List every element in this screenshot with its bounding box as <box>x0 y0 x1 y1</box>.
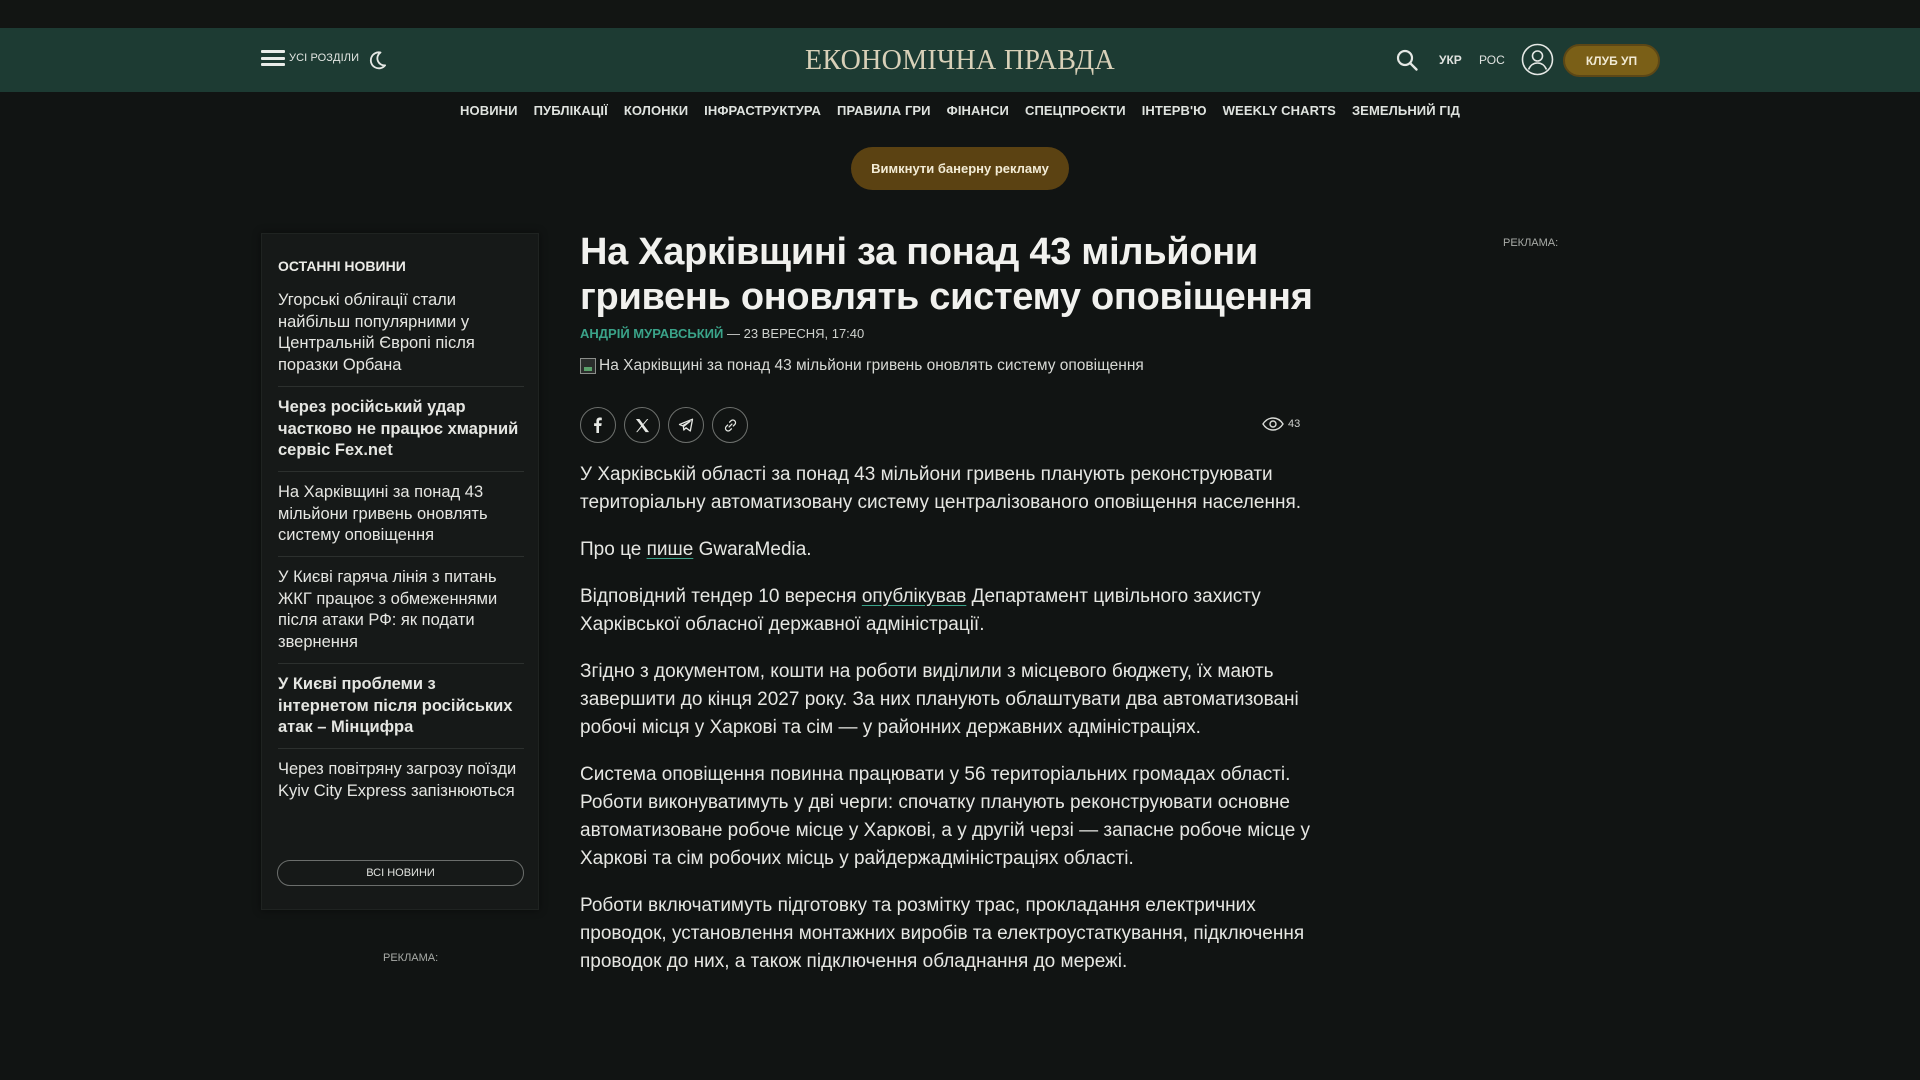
user-account-icon[interactable] <box>1521 43 1554 76</box>
lang-ros-link[interactable]: РОС <box>1479 53 1505 67</box>
ad-label-right: РЕКЛАМА: <box>1503 237 1559 249</box>
search-icon[interactable] <box>1395 48 1419 72</box>
latest-news-title: ОСТАННІ НОВИНИ <box>278 258 406 274</box>
views-count: 43 <box>1288 418 1301 430</box>
nav-item-special-projects[interactable]: СПЕЦПРОЄКТИ <box>1025 103 1126 118</box>
share-bar: 43 <box>580 407 1320 443</box>
news-list-item[interactable]: Через повітряну загрозу поїзди Kyiv City… <box>278 759 524 811</box>
site-logo[interactable]: ЕКОНОМІЧНА ПРАВДА <box>760 45 1160 77</box>
eye-icon <box>1262 417 1284 431</box>
source-link[interactable]: пише <box>647 539 694 560</box>
nav-item-interview[interactable]: ІНТЕРВ'Ю <box>1142 103 1207 118</box>
article-body: У Харківській області за понад 43 мільйо… <box>580 461 1320 995</box>
news-list-item[interactable]: У Києві гаряча лінія з питань ЖКГ працює… <box>278 567 524 664</box>
all-sections-label: УСІ РОЗДІЛИ <box>289 52 360 64</box>
nav-item-infrastructure[interactable]: ІНФРАСТРУКТУРА <box>704 103 821 118</box>
telegram-icon <box>678 418 694 432</box>
article-meta: АНДРІЙ МУРАВСЬКИЙ — 23 ВЕРЕСНЯ, 17:40 <box>580 326 1320 341</box>
nav-item-publications[interactable]: ПУБЛІКАЦІЇ <box>534 103 608 118</box>
article-headline: На Харківщині за понад 43 мільйони гриве… <box>580 231 1313 318</box>
views-counter: 43 <box>1262 417 1300 431</box>
link-icon <box>724 418 736 432</box>
broken-image-icon <box>580 358 596 374</box>
tender-link[interactable]: опублікував <box>862 586 966 607</box>
article-paragraph: Згідно з документом, кошти на роботи вид… <box>580 661 1299 738</box>
news-list-item[interactable]: Угорські облігації стали найбільш популя… <box>278 290 524 387</box>
ad-label-left: РЕКЛАМА: <box>383 952 439 964</box>
nav-item-finance[interactable]: ФІНАНСИ <box>947 103 1009 118</box>
hamburger-icon <box>261 50 285 66</box>
facebook-share-button[interactable] <box>580 407 616 443</box>
article-paragraph: Відповідний тендер 10 вересня опублікува… <box>580 583 1320 639</box>
news-list-item[interactable]: На Харківщині за понад 43 мільйони гриве… <box>278 482 524 558</box>
nav-item-land-guide[interactable]: ЗЕМЕЛЬНИЙ ГІД <box>1352 103 1460 118</box>
top-strip <box>0 0 1920 28</box>
disable-banner-ads-button[interactable]: Вимкнути банерну рекламу <box>851 147 1069 190</box>
article-paragraph: Система оповіщення повинна працювати у 5… <box>580 764 1311 869</box>
paragraph-text: Про це <box>580 539 647 560</box>
article-date: — 23 ВЕРЕСНЯ, 17:40 <box>723 326 865 341</box>
article-image: На Харківщині за понад 43 мільйони гриве… <box>580 357 1320 375</box>
x-share-button[interactable] <box>624 407 660 443</box>
main-nav: НОВИНИ ПУБЛІКАЦІЇ КОЛОНКИ ІНФРАСТРУКТУРА… <box>0 103 1920 118</box>
paragraph-text: GwaraMedia. <box>693 539 812 560</box>
news-list-item[interactable]: У Києві проблеми з інтернетом після росі… <box>278 674 524 749</box>
all-news-button[interactable]: ВСІ НОВИНИ <box>277 860 524 886</box>
author-link[interactable]: АНДРІЙ МУРАВСЬКИЙ <box>580 326 723 341</box>
club-up-button[interactable]: КЛУБ УП <box>1563 44 1660 77</box>
article-paragraph: У Харківській області за понад 43 мільйо… <box>580 464 1302 513</box>
article-paragraph: Роботи включатимуть підготовку та розміт… <box>580 895 1305 972</box>
all-sections-button[interactable]: УСІ РОЗДІЛИ <box>261 50 359 66</box>
article: На Харківщині за понад 43 мільйони гриве… <box>580 230 1320 972</box>
copy-link-button[interactable] <box>712 407 748 443</box>
news-list-item[interactable]: Через російський удар частково не працює… <box>278 397 524 472</box>
article-image-alt: На Харківщині за понад 43 мільйони гриве… <box>599 357 1144 374</box>
lang-ukr-link[interactable]: УКР <box>1439 53 1462 67</box>
nav-item-rules[interactable]: ПРАВИЛА ГРИ <box>837 103 931 118</box>
telegram-share-button[interactable] <box>668 407 704 443</box>
site-header: УСІ РОЗДІЛИ ЕКОНОМІЧНА ПРАВДА УКР РОС КЛ… <box>0 28 1920 92</box>
article-paragraph: Про це пише GwaraMedia. <box>580 536 1320 564</box>
nav-item-columns[interactable]: КОЛОНКИ <box>624 103 688 118</box>
x-icon <box>635 418 649 432</box>
latest-news-sidebar: ОСТАННІ НОВИНИ Угорські облігації стали … <box>261 233 539 910</box>
latest-news-list: Угорські облігації стали найбільш популя… <box>278 290 524 821</box>
nav-item-weekly-charts[interactable]: WEEKLY CHARTS <box>1223 103 1336 118</box>
paragraph-text: Відповідний тендер 10 вересня <box>580 586 862 607</box>
nav-item-news[interactable]: НОВИНИ <box>460 103 518 118</box>
facebook-icon <box>594 417 602 433</box>
dark-mode-moon-icon[interactable] <box>365 48 389 72</box>
